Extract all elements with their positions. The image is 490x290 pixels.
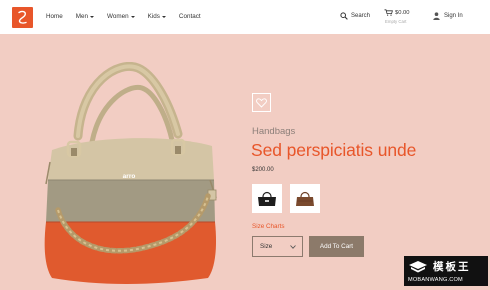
signin-button[interactable]: Sign In <box>433 12 463 20</box>
thumbnail-brown[interactable] <box>290 184 320 213</box>
nav-home-label: Home <box>46 13 63 20</box>
nav-men[interactable]: Men <box>75 13 95 20</box>
search-icon <box>340 12 348 20</box>
watermark-logo-icon <box>409 260 427 272</box>
search-label: Search <box>351 13 371 19</box>
search-button[interactable]: Search <box>340 12 370 20</box>
thumbnail-brown-bag-image <box>296 191 314 206</box>
watermark-url: MOBANWANG.COM <box>408 277 463 283</box>
chevron-down-icon <box>290 244 296 249</box>
nav-women[interactable]: Women <box>107 13 135 20</box>
product-title: Sed perspiciatis unde <box>251 140 417 160</box>
nav-contact[interactable]: Contact <box>179 13 201 20</box>
nav-men-label: Men <box>75 13 89 20</box>
product-image: arro <box>44 62 217 284</box>
thumbnail-black-bag-image <box>258 191 276 206</box>
cart-button[interactable]: $0.00 Empty Cart <box>384 9 410 24</box>
heart-icon <box>256 97 267 108</box>
nav-kids-label: Kids <box>147 13 160 20</box>
wishlist-button[interactable] <box>252 93 271 112</box>
logo-mark-icon <box>18 10 27 24</box>
signin-label: Sign In <box>444 13 463 19</box>
cart-status: Empty Cart <box>385 19 407 24</box>
thumbnail-black[interactable] <box>252 184 282 213</box>
add-to-cart-label: Add To Cart <box>319 243 354 250</box>
watermark: 模板王 MOBANWANG.COM <box>404 256 488 286</box>
cart-icon <box>384 9 393 16</box>
watermark-brand: 模板王 <box>433 261 471 273</box>
product-category: Handbags <box>252 126 296 137</box>
user-icon <box>433 12 440 20</box>
nav-contact-label: Contact <box>178 13 201 20</box>
size-select-value: Size <box>260 243 273 250</box>
chevron-down-icon <box>161 15 166 18</box>
nav-home[interactable]: Home <box>46 13 63 20</box>
top-header: Home Men Women Kids Contact Search $0.00… <box>0 0 490 34</box>
add-to-cart-button[interactable]: Add To Cart <box>309 236 364 257</box>
nav-kids[interactable]: Kids <box>148 13 166 20</box>
size-select[interactable]: Size <box>252 236 303 257</box>
logo[interactable] <box>12 7 33 28</box>
cart-total: $0.00 <box>395 9 410 16</box>
chevron-down-icon <box>90 15 95 18</box>
product-price: $200.00 <box>252 167 274 173</box>
chevron-down-icon <box>130 15 135 18</box>
nav-women-label: Women <box>107 13 129 20</box>
bag-brand: arro <box>123 173 136 180</box>
size-chart-link[interactable]: Size Charts <box>252 223 285 230</box>
main-nav: Home Men Women Kids Contact <box>46 13 214 20</box>
